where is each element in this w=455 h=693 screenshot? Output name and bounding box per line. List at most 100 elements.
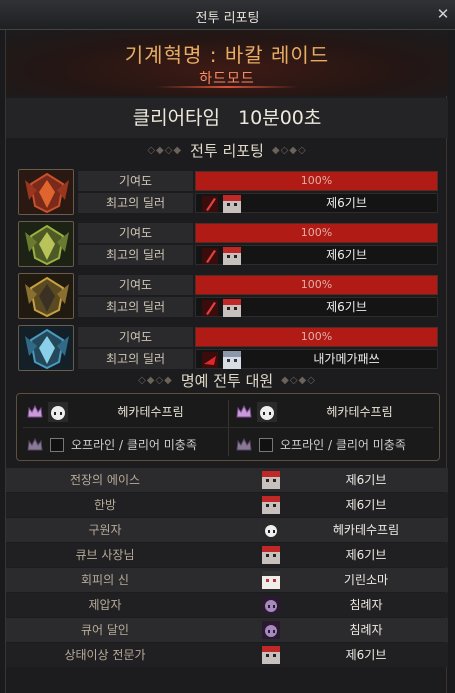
honor-member-name: 헤카테수프림: [117, 405, 184, 419]
crown-icon: [27, 438, 43, 451]
diamond-ornament-icon: ◇◆◇◆: [147, 145, 183, 156]
title-award-row: 상태이상 전문가 제6기브: [6, 643, 448, 667]
best-dealer-label: 최고의 딜러: [78, 349, 193, 369]
title-award-row: 회피의 신 기린소마: [6, 568, 448, 592]
character-face-icon: [262, 496, 280, 514]
clear-time-label: 클리어타임: [132, 107, 221, 129]
character-face-icon: [262, 646, 280, 664]
member-row: 기여도 100% 최고의 딜러 제6기브: [18, 169, 438, 215]
raid-name: 기계혁명 : 바칼 레이드: [124, 43, 330, 67]
title-award-row: 큐브 사장님 제6기브: [6, 543, 448, 567]
character-face-icon: [262, 521, 280, 539]
character-face-icon: [262, 596, 280, 614]
battle-report-panel: 기계혁명 : 바칼 레이드 하드모드 클리어타임 10분00초 ◇◆◇◆ 전투 리…: [5, 30, 448, 693]
weapon-icon: [202, 352, 218, 368]
member-row: 기여도 100% 최고의 딜러 제6기브: [18, 221, 438, 267]
award-title: 상태이상 전문가: [64, 648, 146, 662]
diamond-ornament-icon: ◆◇◆◇: [271, 145, 307, 156]
best-dealer: 제6기브: [195, 245, 438, 265]
honor-member[interactable]: 헤카테수프림: [232, 400, 437, 424]
clear-time: 클리어타임 10분00초: [6, 98, 448, 138]
award-player: 제6기브: [345, 498, 387, 512]
contribution-label: 기여도: [78, 223, 193, 243]
empty-slot-checkbox: [259, 438, 273, 452]
character-face-icon: [223, 195, 241, 213]
diamond-ornament-icon: ◆◇◆◇: [281, 375, 316, 386]
character-face-icon: [262, 471, 280, 489]
best-dealer-name: 제6기브: [326, 196, 367, 210]
raid-header: 기계혁명 : 바칼 레이드 하드모드: [6, 30, 448, 96]
close-icon[interactable]: ✕: [435, 6, 451, 22]
award-title: 회피의 신: [81, 573, 129, 587]
contribution-value: 100%: [300, 330, 333, 343]
clear-time-value: 10분00초: [238, 107, 322, 129]
best-dealer-name: 제6기브: [326, 248, 367, 262]
weapon-icon: [202, 196, 218, 212]
award-title: 구원자: [88, 523, 122, 537]
award-title: 전장의 에이스: [69, 473, 141, 487]
award-title: 제압자: [88, 598, 122, 612]
crown-icon: [27, 405, 43, 418]
crown-icon: [236, 405, 252, 418]
window-titlebar: 전투 리포팅 ✕: [0, 0, 455, 30]
character-face-icon: [262, 546, 280, 564]
award-player: 제6기브: [345, 473, 387, 487]
honor-member[interactable]: 헤카테수프림: [23, 400, 228, 424]
best-dealer-label: 최고의 딜러: [78, 193, 193, 213]
contribution-bar: 100%: [195, 327, 438, 347]
best-dealer: 제6기브: [195, 297, 438, 317]
character-face-icon: [48, 402, 68, 422]
title-award-row: 제압자 침례자: [6, 593, 448, 617]
report-heading: ◇◆◇◆ 전투 리포팅 ◆◇◆◇: [6, 140, 448, 166]
mode-underline: [156, 86, 298, 88]
contribution-label: 기여도: [78, 171, 193, 191]
contribution-value: 100%: [300, 174, 333, 187]
honor-divider: [23, 427, 433, 428]
award-player: 침례자: [349, 598, 383, 612]
award-title: 한방: [93, 498, 117, 512]
character-face-icon: [223, 299, 241, 317]
empty-slot-checkbox: [50, 438, 64, 452]
best-dealer: 제6기브: [195, 193, 438, 213]
report-heading-text: 전투 리포팅: [190, 142, 264, 160]
difficulty-mode: 하드모드: [199, 71, 255, 87]
best-dealer-label: 최고의 딜러: [78, 297, 193, 317]
contribution-bar: 100%: [195, 223, 438, 243]
honor-member-box: 헤카테수프림 헤카테수프림 오프라인 / 클리어 미충족 오프라인 / 클리어 …: [16, 393, 440, 461]
contribution-value: 100%: [300, 278, 333, 291]
award-player: 기린소마: [343, 573, 389, 587]
title-award-row: 전장의 에이스 제6기브: [6, 468, 448, 492]
member-row: 기여도 100% 최고의 딜러 내가메가패쓰: [18, 325, 438, 371]
crown-icon: [236, 438, 252, 451]
contribution-label: 기여도: [78, 327, 193, 347]
gold-boss-portrait-icon: [18, 273, 74, 319]
member-row: 기여도 100% 최고의 딜러 제6기브: [18, 273, 438, 319]
character-face-icon: [262, 621, 280, 639]
contribution-label: 기여도: [78, 275, 193, 295]
green-boss-portrait-icon: [18, 221, 74, 267]
best-dealer-name: 내가메가패쓰: [313, 352, 380, 366]
title-award-row: 구원자 헤카테수프림: [6, 518, 448, 542]
award-player: 헤카테수프림: [332, 523, 400, 537]
weapon-icon: [202, 248, 218, 264]
award-player: 제6기브: [345, 548, 387, 562]
contribution-bar: 100%: [195, 171, 438, 191]
character-face-icon: [257, 402, 277, 422]
contribution-value: 100%: [300, 226, 333, 239]
blue-boss-portrait-icon: [18, 325, 74, 371]
award-player: 제6기브: [345, 648, 387, 662]
honor-member: 오프라인 / 클리어 미충족: [232, 433, 437, 457]
character-face-icon: [223, 351, 241, 369]
award-title: 큐브 사장님: [75, 548, 135, 562]
character-face-icon: [262, 571, 280, 589]
contribution-bar: 100%: [195, 275, 438, 295]
character-face-icon: [223, 247, 241, 265]
best-dealer-label: 최고의 딜러: [78, 245, 193, 265]
diamond-ornament-icon: ◇◆◇◆: [138, 375, 173, 386]
award-player: 침례자: [349, 623, 383, 637]
weapon-icon: [202, 300, 218, 316]
honor-member-status: 오프라인 / 클리어 미충족: [280, 438, 406, 452]
honor-member-name: 헤카테수프림: [326, 405, 393, 419]
window-title: 전투 리포팅: [195, 11, 260, 26]
award-title: 큐어 달인: [81, 623, 129, 637]
